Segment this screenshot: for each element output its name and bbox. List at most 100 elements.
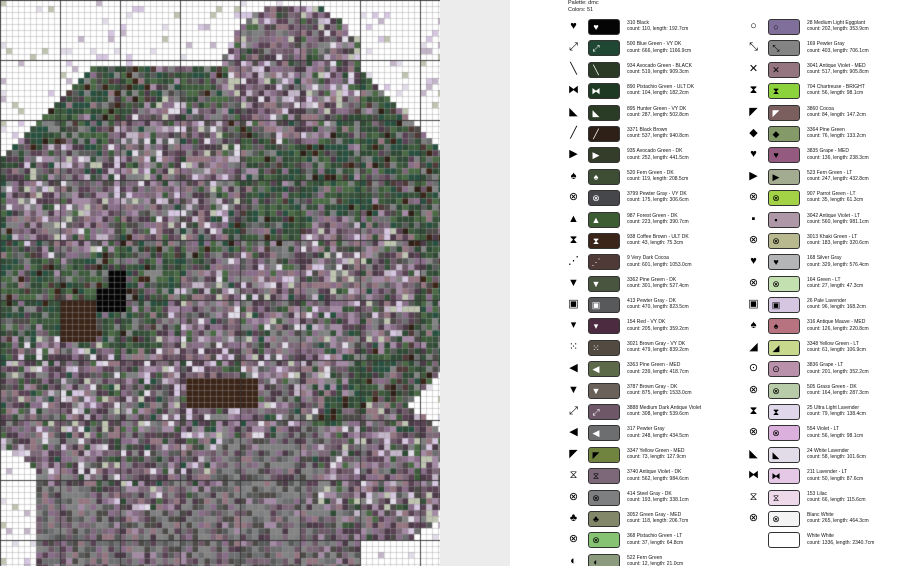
thread-stats: count: 73, length: 127.9cm bbox=[627, 454, 686, 461]
stitch-symbol-icon: ◀ bbox=[569, 362, 578, 375]
swatch-symbol-icon: ⊗ bbox=[592, 492, 600, 503]
swatch-symbol-icon: ⊗ bbox=[772, 385, 780, 396]
swatch-symbol-icon: ◆ bbox=[772, 128, 780, 139]
legend-text: 987 Forest Green - DK count: 223, length:… bbox=[627, 213, 752, 226]
color-swatch: ▶ bbox=[768, 168, 800, 185]
legend-text: 3888 Medium Dark Antique Violet count: 30… bbox=[627, 405, 752, 418]
palette-label: Palette: dmc bbox=[568, 0, 599, 6]
color-swatch: ⊗ bbox=[768, 232, 800, 249]
legend-text: White White count: 1336, length: 2340.7cm bbox=[807, 533, 902, 546]
thread-stats: count: 43, length: 75.3cm bbox=[627, 240, 684, 247]
thread-stats: count: 110, length: 192.7cm bbox=[627, 26, 689, 33]
thread-stats: count: 301, length: 527.4cm bbox=[627, 282, 689, 289]
color-swatch: ▼ bbox=[588, 275, 620, 292]
swatch-symbol-icon: ⧗ bbox=[772, 86, 780, 97]
legend-text: 500 Blue Green - VY DK count: 666, length… bbox=[627, 41, 752, 54]
legend-text: 505 Grass Green - DK count: 164, length: … bbox=[807, 384, 902, 397]
color-swatch: ⊙ bbox=[768, 361, 800, 378]
color-swatch: ◀ bbox=[588, 425, 620, 442]
thread-stats: count: 201, length: 352.2cm bbox=[807, 368, 869, 375]
stitch-symbol-icon: ⋰ bbox=[568, 255, 579, 268]
stitch-symbol-icon: ▶ bbox=[749, 169, 758, 182]
thread-stats: count: 1336, length: 2340.7cm bbox=[807, 539, 875, 546]
stitch-symbol-icon: ⤢ bbox=[569, 405, 578, 418]
legend-entry: ✕ ✕ 3041 Antique Violet - MED count: 517, l… bbox=[742, 61, 902, 82]
swatch-symbol-icon: ◐ bbox=[593, 556, 599, 566]
stitch-symbol-icon: ♠ bbox=[570, 169, 577, 182]
swatch-symbol-icon: ╲ bbox=[593, 64, 599, 75]
legend-text: 3371 Black Brown count: 537, length: 940.… bbox=[627, 127, 752, 140]
thread-stats: count: 37, length: 64.8cm bbox=[627, 539, 684, 546]
swatch-symbol-icon bbox=[771, 535, 781, 545]
swatch-symbol-icon: ✕ bbox=[772, 64, 780, 75]
stitch-symbol-icon: ▲ bbox=[568, 212, 579, 225]
legend-text: 3013 Khaki Green - LT count: 183, length:… bbox=[807, 234, 902, 247]
stitch-symbol-icon: ⊗ bbox=[748, 191, 759, 204]
swatch-symbol-icon: ◤ bbox=[772, 107, 780, 118]
legend-entry: ♣ ♣ 3052 Green Gray - MED count: 118, lengt… bbox=[562, 510, 752, 531]
stitch-symbol-icon: ◤ bbox=[749, 105, 758, 118]
swatch-symbol-icon: ⧓ bbox=[591, 86, 601, 97]
color-swatch: ▶ bbox=[588, 147, 620, 164]
legend-entry: ⧓ ⧓ 211 Lavender - LT count: 50, length: 87… bbox=[742, 467, 902, 488]
thread-stats: count: 601, length: 1053.0cm bbox=[627, 261, 692, 268]
legend-entry: ⧖ ⧖ 3740 Antique Violet - DK count: 562, le… bbox=[562, 467, 752, 488]
thread-stats: count: 205, length: 359.2cm bbox=[627, 325, 689, 332]
swatch-symbol-icon: ⊙ bbox=[772, 364, 780, 375]
page-gap bbox=[440, 0, 510, 566]
swatch-symbol-icon: ⧖ bbox=[592, 471, 600, 482]
thread-stats: count: 50, length: 87.6cm bbox=[807, 475, 864, 482]
color-swatch: ▼ bbox=[588, 382, 620, 399]
color-swatch: ○ bbox=[768, 19, 800, 35]
stitch-symbol-icon: ◣ bbox=[569, 105, 578, 118]
legend-text: 310 Black count: 110, length: 192.7cm bbox=[627, 20, 752, 33]
pattern-chart-page bbox=[0, 0, 440, 566]
swatch-symbol-icon: ▲ bbox=[591, 214, 601, 225]
color-swatch: ⊗ bbox=[588, 190, 620, 207]
thread-stats: count: 403, length: 706.1cm bbox=[807, 47, 869, 54]
swatch-symbol-icon: ⤢ bbox=[592, 407, 600, 418]
stitch-symbol-icon: ⊗ bbox=[568, 533, 579, 546]
legend-text: 24 White Lavender count: 58, length: 101.… bbox=[807, 448, 902, 461]
swatch-symbol-icon: ♥ bbox=[773, 150, 779, 161]
swatch-symbol-icon: ⧗ bbox=[592, 235, 600, 246]
legend-text: 554 Violet - LT count: 56, length: 98.1cm bbox=[807, 426, 902, 439]
legend-text: 28 Medium Light Eggplant count: 202, leng… bbox=[807, 20, 902, 33]
legend-text: 316 Antique Mauve - MED count: 126, lengt… bbox=[807, 319, 902, 332]
color-swatch: ◆ bbox=[768, 125, 800, 142]
thread-stats: count: 239, length: 418.7cm bbox=[627, 368, 689, 375]
legend-text: 934 Avocado Green - BLACK count: 519, len… bbox=[627, 63, 752, 76]
legend-column-left: ♥ ♥ 310 Black count: 110, length: 192.7cm ⤢ ⤢… bbox=[562, 18, 752, 566]
thread-stats: count: 560, length: 981.1cm bbox=[807, 218, 869, 225]
legend-entry: ⤢ ⤢ 500 Blue Green - VY DK count: 666, leng… bbox=[562, 39, 752, 60]
swatch-symbol-icon: ⧖ bbox=[772, 492, 780, 503]
legend-entry: ♥ ♥ 310 Black count: 110, length: 192.7cm bbox=[562, 18, 752, 39]
legend-text: 935 Avocado Green - DK count: 252, length… bbox=[627, 148, 752, 161]
stitch-symbol-icon: ◐ bbox=[570, 554, 577, 566]
color-swatch: ⤢ bbox=[588, 40, 620, 57]
stitch-symbol-icon: ▼ bbox=[568, 383, 579, 396]
thread-stats: count: 519, length: 909.3cm bbox=[627, 69, 689, 76]
color-swatch: ♥ bbox=[768, 254, 800, 271]
color-swatch: ⧓ bbox=[588, 83, 620, 100]
legend-entry: ⤢ ⤢ 3888 Medium Dark Antique Violet count: … bbox=[562, 403, 752, 424]
swatch-symbol-icon: ╱ bbox=[593, 128, 599, 139]
legend-entry: ⊗ ⊗ 3013 Khaki Green - LT count: 183, lengt… bbox=[742, 232, 902, 253]
legend-text: 9 Very Dark Cocoa count: 601, length: 105… bbox=[627, 255, 752, 268]
legend-entry: ○ ○ 28 Medium Light Eggplant count: 202, le… bbox=[742, 18, 902, 39]
swatch-symbol-icon: ◀ bbox=[592, 428, 600, 439]
stitch-symbol-icon: ⤡ bbox=[749, 41, 758, 54]
thread-stats: count: 470, length: 823.5cm bbox=[627, 304, 689, 311]
legend-text: 26 Pale Lavender count: 96, length: 168.2… bbox=[807, 298, 902, 311]
swatch-symbol-icon: ⊗ bbox=[772, 428, 780, 439]
swatch-symbol-icon: ◣ bbox=[592, 107, 600, 118]
color-swatch: ♠ bbox=[588, 168, 620, 185]
color-swatch: ◣ bbox=[588, 104, 620, 121]
color-swatch: ⁙ bbox=[588, 339, 620, 356]
thread-stats: count: 223, length: 390.7cm bbox=[627, 218, 689, 225]
legend-entry: ⤡ ⤡ 169 Pewter Gray count: 403, length: 706… bbox=[742, 39, 902, 60]
legend-text: 153 Lilac count: 66, length: 115.6cm bbox=[807, 491, 902, 504]
color-swatch: ⊗ bbox=[768, 190, 800, 207]
legend-page: Palette: dmc Colors: 51 ♥ ♥ 310 Black count… bbox=[510, 0, 902, 566]
legend-text: 3041 Antique Violet - MED count: 517, len… bbox=[807, 63, 902, 76]
